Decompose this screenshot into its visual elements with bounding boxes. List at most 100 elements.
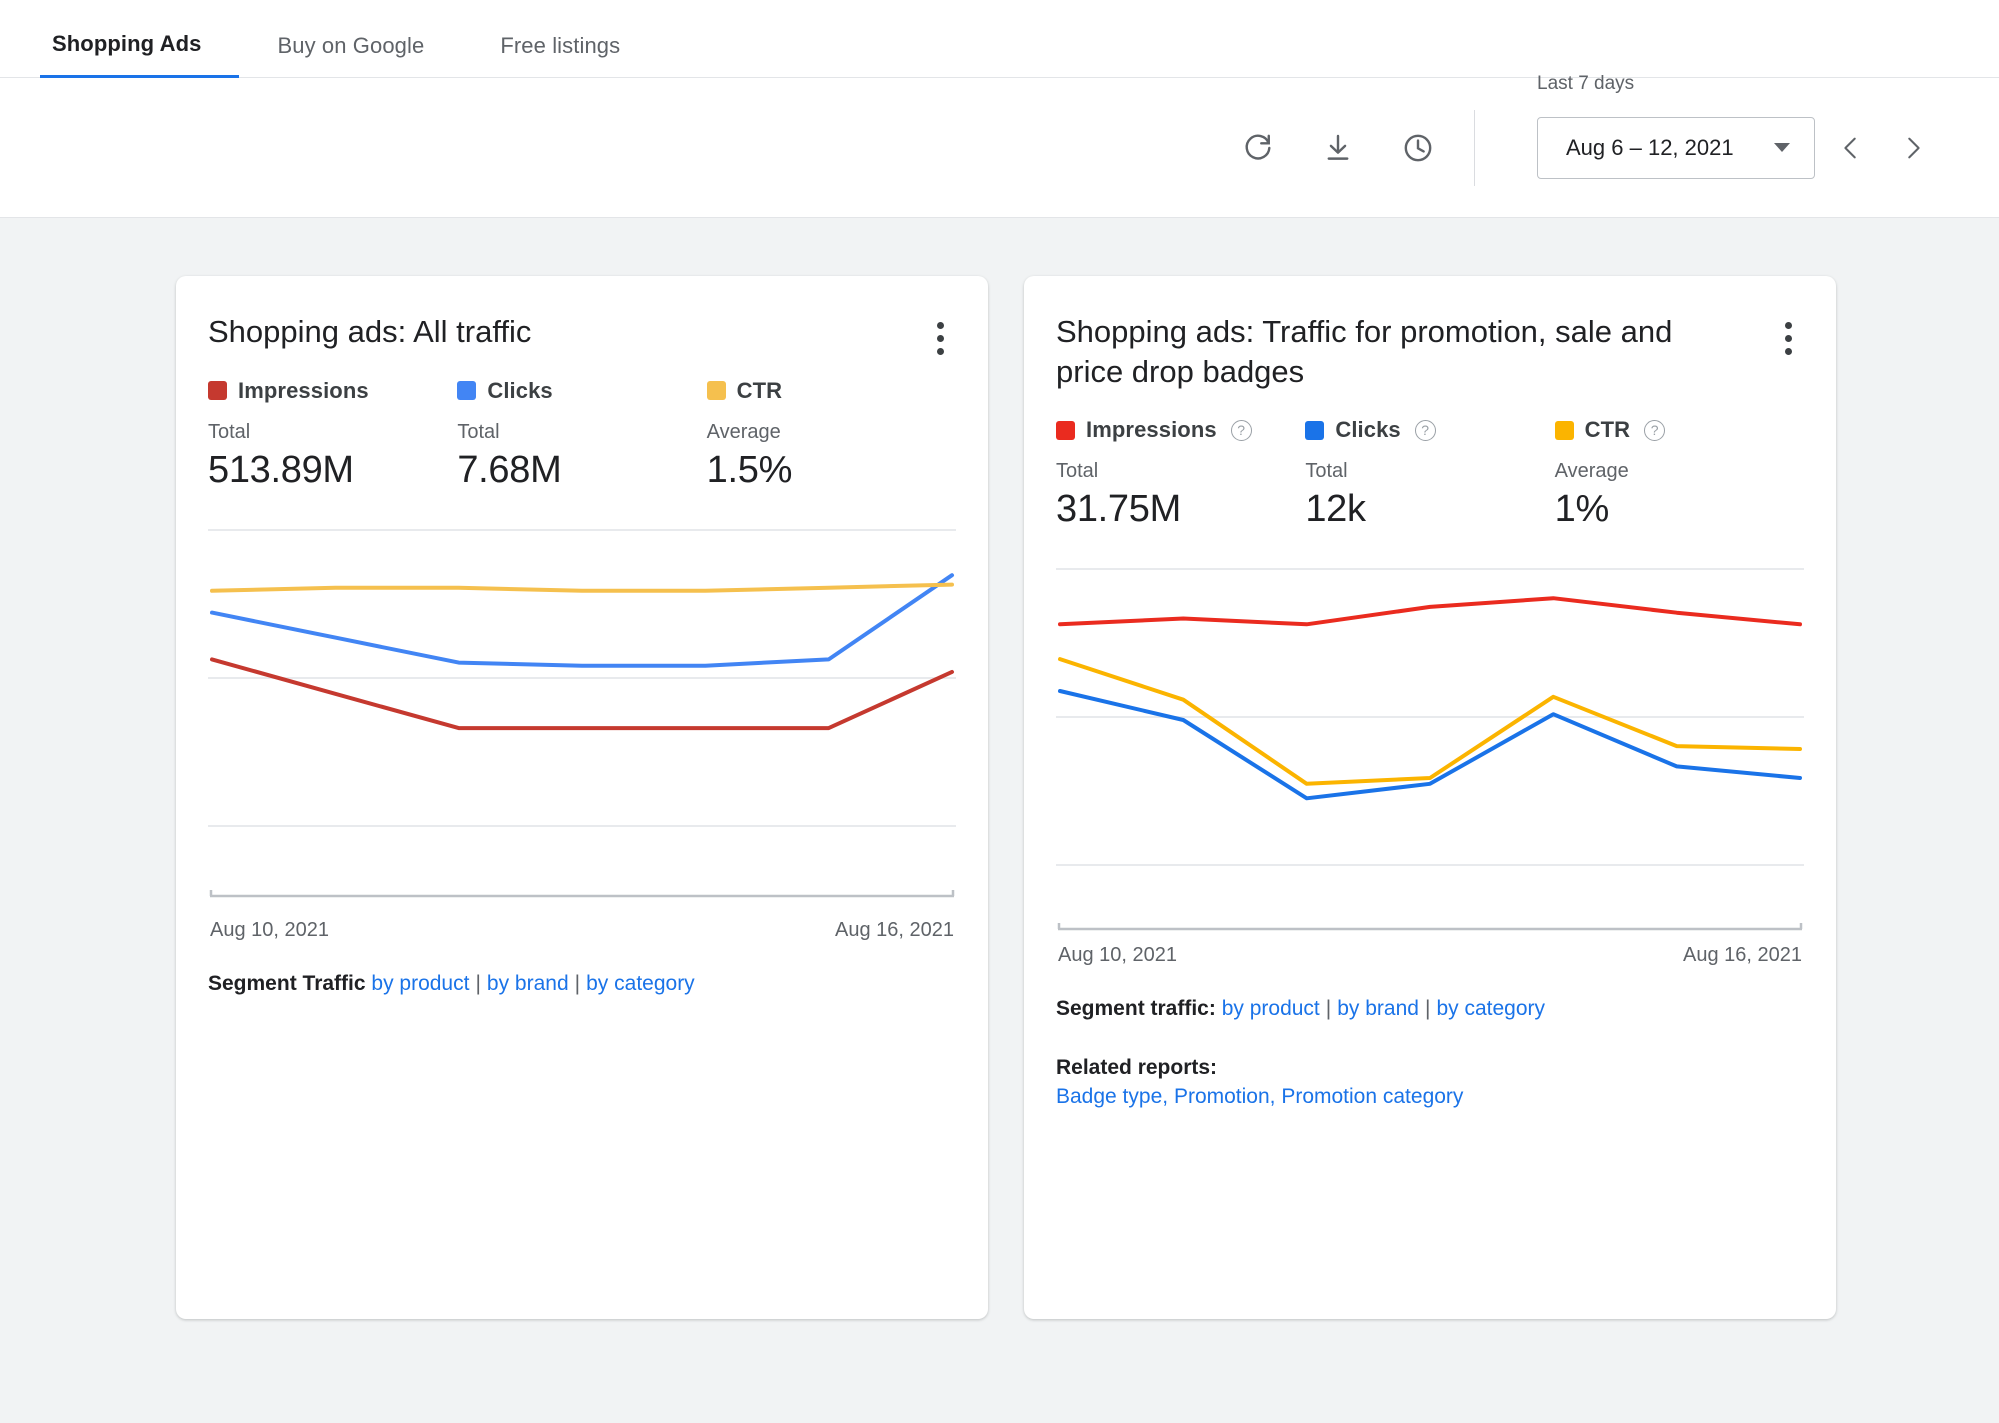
- metric-ctr: CTR Average 1.5%: [706, 377, 956, 492]
- help-icon[interactable]: ?: [1230, 419, 1252, 441]
- line-chart-svg: [1056, 568, 1804, 867]
- tab-bar: Shopping Ads Buy on Google Free listings: [0, 0, 1999, 79]
- segment-link-by-product[interactable]: by product: [371, 972, 469, 995]
- segment-traffic-label: Segment traffic:: [1056, 997, 1216, 1021]
- segment-link-by-category[interactable]: by category: [586, 972, 695, 995]
- metrics-row: Impressions Total 513.89M Clicks Total 7…: [208, 378, 956, 492]
- tab-shopping-ads[interactable]: Shopping Ads: [40, 33, 240, 79]
- metric-name: CTR: [736, 377, 783, 403]
- series-line-impressions: [210, 657, 954, 730]
- metric-header: Impressions ?: [1056, 417, 1305, 443]
- chevron-left-icon[interactable]: [1825, 122, 1877, 174]
- date-range-control: Last 7 days Aug 6 – 12, 2021: [1537, 73, 1939, 179]
- date-range-value: Aug 6 – 12, 2021: [1566, 134, 1734, 160]
- legend-swatch-clicks: [457, 381, 477, 401]
- x-axis-line: [1057, 923, 1803, 931]
- link-separator: |: [1424, 997, 1431, 1021]
- line-chart-svg: [208, 528, 956, 897]
- metric-value: 12k: [1305, 488, 1366, 531]
- x-axis-end-label: Aug 16, 2021: [1683, 944, 1802, 967]
- segment-traffic-label: Segment Traffic: [208, 971, 366, 995]
- dashboard-content: Shopping ads: All traffic Impressions To…: [0, 218, 1999, 1319]
- legend-swatch-ctr: [1554, 420, 1574, 440]
- chart-badge-traffic[interactable]: Aug 10, 2021 Aug 16, 2021: [1056, 565, 1804, 967]
- legend-swatch-impressions: [1056, 420, 1075, 440]
- legend-swatch-clicks: [1305, 420, 1325, 440]
- clock-icon[interactable]: [1396, 126, 1440, 170]
- help-icon[interactable]: ?: [1644, 419, 1666, 441]
- related-link-badge-type[interactable]: Badge type,: [1056, 1085, 1168, 1108]
- metric-name: CTR: [1584, 417, 1631, 443]
- metric-aggregation: Total: [1056, 460, 1099, 483]
- x-axis-labels: Aug 10, 2021 Aug 16, 2021: [208, 919, 956, 942]
- metric-header: Clicks: [457, 378, 706, 404]
- metric-aggregation: Average: [1554, 460, 1629, 483]
- metric-aggregation: Total: [208, 420, 251, 443]
- metric-impressions: Impressions Total 513.89M: [208, 378, 457, 492]
- legend-swatch-ctr: [706, 381, 726, 401]
- tab-buy-on-google[interactable]: Buy on Google: [239, 35, 462, 77]
- tab-label: Free listings: [500, 33, 621, 58]
- toolbar-divider: [1474, 109, 1475, 186]
- card-title: Shopping ads: Traffic for promotion, sal…: [1056, 314, 1673, 389]
- metric-name: Impressions: [1086, 417, 1217, 443]
- segment-traffic-row: Segment traffic: by product | by brand | by …: [1056, 993, 1804, 1026]
- date-range-selector[interactable]: Aug 6 – 12, 2021: [1537, 116, 1815, 179]
- segment-traffic-row: Segment Traffic by product | by brand | by c…: [208, 968, 956, 1001]
- toolbar-icon-group: [1236, 126, 1474, 170]
- chevron-right-icon[interactable]: [1887, 122, 1939, 174]
- series-line-impressions: [1058, 596, 1802, 627]
- metric-clicks: Clicks Total 7.68M: [457, 378, 706, 492]
- x-axis-labels: Aug 10, 2021 Aug 16, 2021: [1056, 944, 1804, 967]
- legend-swatch-impressions: [208, 381, 227, 401]
- segment-link-by-brand[interactable]: by brand: [487, 972, 569, 995]
- toolbar: Last 7 days Aug 6 – 12, 2021: [0, 73, 1999, 218]
- chevron-down-icon: [1774, 143, 1790, 152]
- metric-aggregation: Total: [457, 420, 500, 443]
- related-link-promotion[interactable]: Promotion,: [1174, 1085, 1276, 1108]
- x-axis-end-label: Aug 16, 2021: [835, 918, 954, 941]
- segment-link-by-brand[interactable]: by brand: [1337, 997, 1419, 1020]
- date-range-preset-label: Last 7 days: [1537, 72, 1635, 94]
- metric-value: 1.5%: [706, 448, 793, 491]
- x-axis-start-label: Aug 10, 2021: [210, 918, 329, 941]
- segment-link-by-category[interactable]: by category: [1436, 997, 1545, 1020]
- card-title: Shopping ads: All traffic: [208, 314, 532, 349]
- link-separator: |: [475, 971, 481, 995]
- x-axis-start-label: Aug 10, 2021: [1058, 944, 1177, 967]
- tab-label: Buy on Google: [277, 33, 425, 58]
- metric-value: 7.68M: [457, 448, 562, 491]
- more-vert-icon[interactable]: [922, 316, 958, 360]
- link-separator: |: [1325, 997, 1332, 1021]
- metric-aggregation: Average: [706, 420, 781, 443]
- metric-name: Clicks: [1335, 417, 1401, 443]
- card-all-traffic: Shopping ads: All traffic Impressions To…: [176, 276, 988, 1319]
- refresh-icon[interactable]: [1236, 126, 1280, 170]
- card-badge-traffic: Shopping ads: Traffic for promotion, sal…: [1024, 276, 1836, 1319]
- metric-aggregation: Total: [1305, 460, 1348, 483]
- more-vert-icon[interactable]: [1770, 316, 1806, 360]
- top-bar: Shopping Ads Buy on Google Free listings: [0, 0, 1999, 218]
- metric-value: 513.89M: [208, 448, 354, 491]
- related-reports-links: Badge type, Promotion, Promotion categor…: [1056, 1085, 1804, 1109]
- metric-header: CTR ?: [1554, 417, 1804, 443]
- metric-header: Clicks ?: [1305, 417, 1554, 443]
- metric-impressions: Impressions ? Total 31.75M: [1056, 417, 1305, 531]
- link-separator: |: [574, 971, 581, 995]
- download-icon[interactable]: [1316, 126, 1360, 170]
- series-line-ctr: [1058, 657, 1802, 787]
- chart-all-traffic[interactable]: Aug 10, 2021 Aug 16, 2021: [208, 526, 956, 942]
- metrics-row: Impressions ? Total 31.75M Clicks ? Tota…: [1056, 417, 1804, 531]
- series-line-ctr: [210, 582, 954, 593]
- related-reports-label: Related reports:: [1056, 1055, 1218, 1079]
- metric-header: Impressions: [208, 378, 457, 404]
- segment-link-by-product[interactable]: by product: [1222, 997, 1320, 1020]
- metric-name: Clicks: [487, 377, 553, 403]
- help-icon[interactable]: ?: [1414, 419, 1436, 441]
- metric-header: CTR: [706, 377, 956, 404]
- related-link-promotion-category[interactable]: Promotion category: [1281, 1085, 1463, 1108]
- metric-value: 31.75M: [1056, 488, 1181, 531]
- tab-free-listings[interactable]: Free listings: [462, 35, 658, 77]
- metric-name: Impressions: [238, 377, 369, 403]
- metric-clicks: Clicks ? Total 12k: [1305, 417, 1554, 531]
